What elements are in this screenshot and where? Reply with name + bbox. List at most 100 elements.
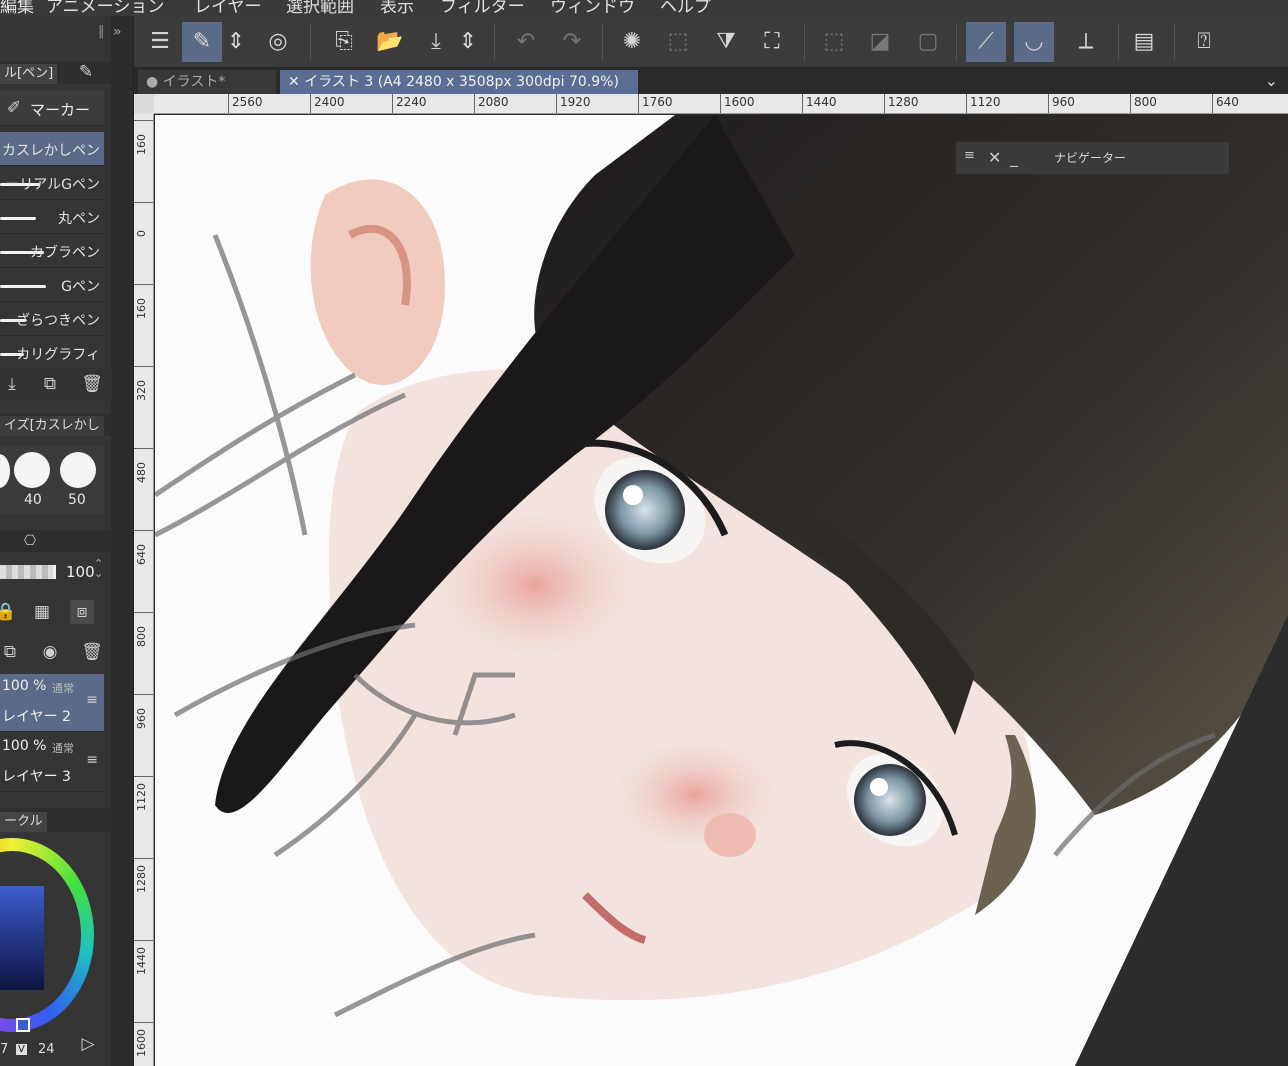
- vertical-ruler[interactable]: 160 0 160 320 480 640 800 960 1120 1280 1440 1600: [134, 114, 154, 1066]
- brush-size-presets: 40 50: [0, 446, 104, 514]
- delete-layer-icon[interactable]: 🗑: [80, 640, 104, 664]
- drawing-canvas[interactable]: [155, 115, 1288, 1066]
- ruler-tick-label: 1600: [135, 1029, 148, 1057]
- brush-item[interactable]: カスレかしペン: [0, 132, 104, 166]
- opacity-slider[interactable]: [0, 565, 56, 579]
- color-wheel-handle[interactable]: [16, 1018, 30, 1032]
- left-panel: » ‖ ル[ペン] ✎ ✐ マーカー カスレかしペン ーリアルGペン 丸ペンカブラペ…: [0, 16, 134, 1066]
- panel-grip-icon[interactable]: ‖: [98, 24, 105, 39]
- tab-document-illust-3[interactable]: ✕ イラスト 3 (A4 2480 x 3508px 300dpi 70.9%): [280, 70, 638, 94]
- undo-icon[interactable]: ↶: [506, 22, 546, 62]
- color-square[interactable]: [0, 886, 44, 990]
- fill-icon[interactable]: ⧩: [706, 22, 746, 62]
- lock-transparent-icon[interactable]: ▦: [30, 600, 54, 624]
- minimize-icon[interactable]: _: [1010, 148, 1018, 167]
- menu-view[interactable]: 表示: [380, 0, 414, 16]
- ruler-tick-label: 1760: [642, 95, 673, 109]
- layer-menu-icon[interactable]: ≡: [86, 752, 98, 768]
- tab-document-illust[interactable]: ● イラスト*: [138, 70, 276, 94]
- clear-selection-icon[interactable]: ⬚: [658, 22, 698, 62]
- ruler-tick-label: 1920: [560, 95, 591, 109]
- edge-keyboard-icon[interactable]: ▤: [1124, 22, 1164, 62]
- tool-arrow-icon[interactable]: ⇕: [224, 22, 248, 62]
- brush-item-label: カブラペン: [30, 245, 100, 261]
- redo-icon[interactable]: ↷: [552, 22, 592, 62]
- layer-row[interactable]: 100 % 通常 レイヤー 2 ≡: [0, 674, 104, 732]
- spiral-icon[interactable]: ◎: [258, 22, 298, 62]
- tool-switch-icon[interactable]: ✎: [182, 22, 222, 62]
- open-folder-icon[interactable]: 📂: [370, 22, 410, 62]
- panel-menu-icon[interactable]: ≡: [964, 148, 975, 163]
- loading-icon[interactable]: ✺: [612, 22, 652, 62]
- menu-selection[interactable]: 選択範囲: [286, 0, 354, 16]
- deselect-icon[interactable]: ⬚: [814, 22, 854, 62]
- horizontal-ruler[interactable]: 2560 2400 2240 2080 1920 1760 1600 1440 1280 1120…: [154, 94, 1288, 114]
- trash-icon[interactable]: 🗑: [80, 372, 104, 396]
- brush-item[interactable]: Gペン: [0, 268, 104, 302]
- menu-help[interactable]: ヘルプ: [660, 0, 711, 16]
- ruler-tick-label: 1440: [806, 95, 837, 109]
- invert-selection-icon[interactable]: ◪: [860, 22, 900, 62]
- lock-icon[interactable]: 🔒: [0, 600, 18, 624]
- ruler-tick: 1280: [884, 94, 919, 113]
- brush-item[interactable]: カブラペン: [0, 234, 104, 268]
- brush-item[interactable]: カリグラフィ: [0, 336, 104, 370]
- pen-tab-icon[interactable]: ✎: [74, 60, 98, 84]
- brush-group-marker[interactable]: ✐ マーカー: [0, 90, 104, 126]
- navigator-panel: ≡ ✕ _ ナビゲーター: [955, 141, 1230, 175]
- layer-opacity-control: 100 ⌃ ⌄: [0, 558, 112, 588]
- save-arrow-icon[interactable]: ⇕: [456, 22, 480, 62]
- ruler-tick-label: 1280: [135, 865, 148, 893]
- layer-property-icon[interactable]: ⎔: [18, 529, 42, 553]
- layer-menu-icon[interactable]: ≡: [86, 692, 98, 708]
- tabs-dropdown-chevron-icon[interactable]: ⌄: [1265, 71, 1278, 90]
- layer-blend-mode: 通常: [52, 682, 74, 695]
- ruler-tick: 1760: [638, 94, 673, 113]
- menu-layer[interactable]: レイヤー: [194, 0, 262, 16]
- brush-size-dot[interactable]: [0, 454, 10, 488]
- ruler-tick: 1280: [134, 858, 153, 893]
- transform-icon[interactable]: ⛶: [752, 22, 792, 62]
- app-window: 編集 アニメーション レイヤー 選択範囲 表示 フィルター ウィンドウ ヘルプ …: [0, 0, 1288, 1066]
- new-file-icon[interactable]: ⎘: [324, 22, 364, 62]
- save-icon[interactable]: ⤓: [416, 22, 456, 62]
- ruler-tick-label: 1120: [135, 783, 148, 811]
- menu-icon[interactable]: ☰: [140, 22, 180, 62]
- tab-color-circle[interactable]: ークル: [0, 812, 47, 832]
- duplicate-icon[interactable]: ⧉: [38, 372, 62, 396]
- select-all-icon[interactable]: ▢: [908, 22, 948, 62]
- ruler-tick-label: 1440: [135, 947, 148, 975]
- collapse-chevron-icon[interactable]: »: [113, 24, 122, 40]
- menu-animation[interactable]: アニメーション: [46, 0, 164, 16]
- color-mode-icon[interactable]: ▷: [76, 1032, 100, 1056]
- ruler-tick-label: 2400: [314, 95, 345, 109]
- ruler-snap-icon[interactable]: ⟋: [966, 22, 1006, 62]
- brush-item[interactable]: ーリアルGペン: [0, 166, 104, 200]
- marker-icon: ✐: [6, 98, 22, 118]
- stroke-snap-icon[interactable]: ◡: [1014, 22, 1054, 62]
- ruler-tick-label: 2560: [232, 95, 263, 109]
- close-icon[interactable]: ✕: [988, 148, 1001, 167]
- import-icon[interactable]: ⤓: [0, 372, 24, 396]
- menu-edit[interactable]: 編集: [0, 0, 34, 16]
- new-layer-icon[interactable]: ⧉: [0, 640, 22, 664]
- tab-subtool-pen[interactable]: ル[ペン]: [0, 64, 58, 84]
- mask-icon[interactable]: ◉: [38, 640, 62, 664]
- panel-dock-strip[interactable]: »: [111, 16, 133, 1066]
- ruler-tick: 1440: [134, 940, 153, 975]
- menu-filter[interactable]: フィルター: [440, 0, 525, 16]
- ruler-tick: 480: [134, 448, 153, 483]
- help-icon[interactable]: ⍰: [1184, 22, 1224, 62]
- color-panel-tabs: ークル: [0, 808, 112, 832]
- menu-window[interactable]: ウィンドウ: [550, 0, 635, 16]
- brush-item[interactable]: ざらつきペン: [0, 302, 104, 336]
- brush-item[interactable]: 丸ペン: [0, 200, 104, 234]
- layer-row[interactable]: 100 % 通常 レイヤー 3 ≡: [0, 734, 104, 792]
- brush-size-dot-50[interactable]: [60, 452, 96, 488]
- brush-size-title[interactable]: イズ[カスレかし: [0, 416, 104, 436]
- opacity-stepper[interactable]: ⌃ ⌄: [94, 558, 103, 579]
- brush-stroke-preview: [0, 217, 36, 220]
- brush-size-dot-40[interactable]: [14, 452, 50, 488]
- perspective-snap-icon[interactable]: ⟂: [1066, 22, 1106, 62]
- clip-layer-icon[interactable]: ⧈: [70, 600, 94, 624]
